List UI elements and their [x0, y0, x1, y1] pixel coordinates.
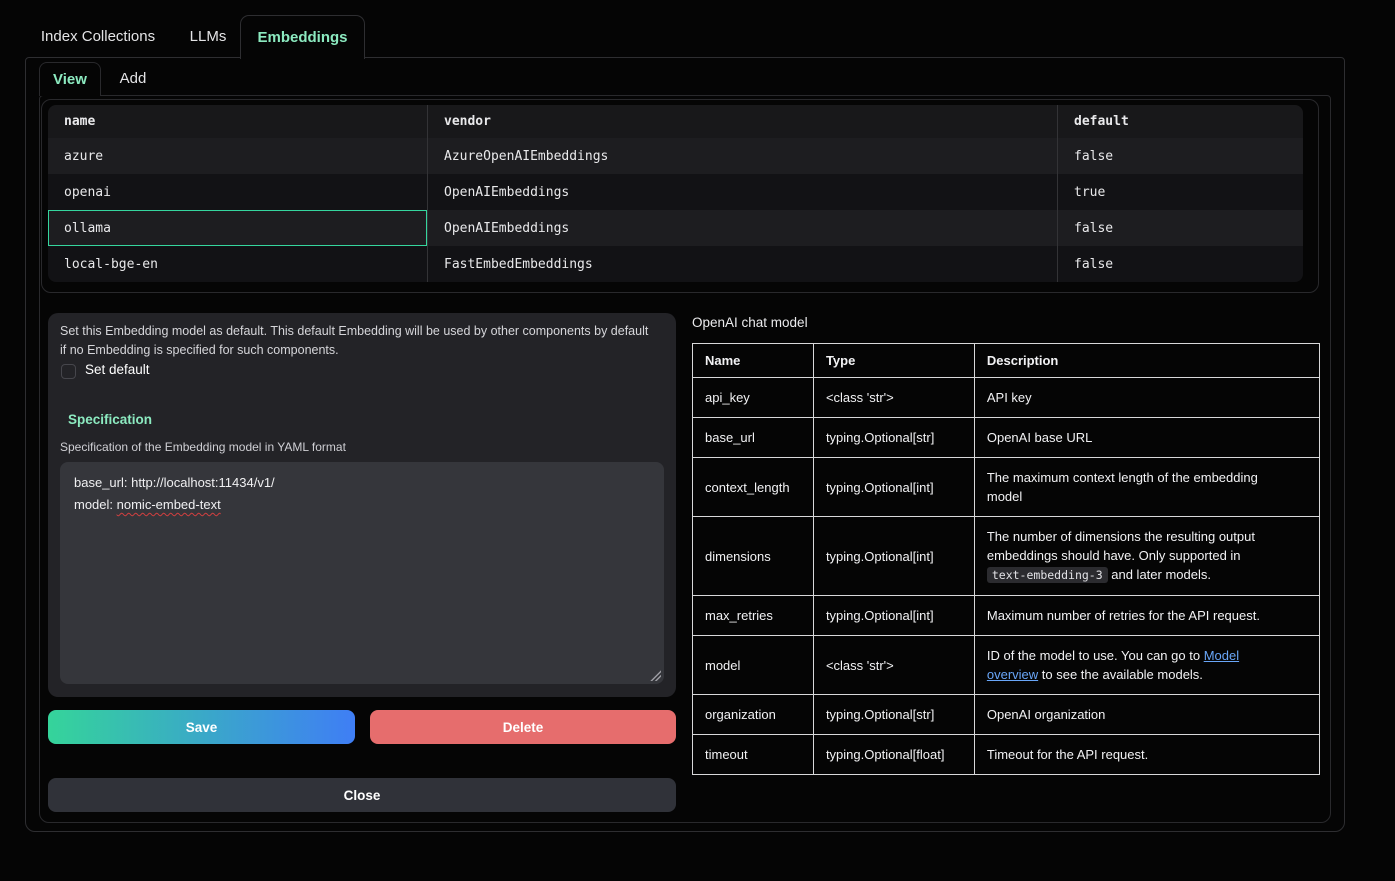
doc-table-header: NameTypeDescription	[693, 344, 1320, 378]
doc-row-max_retries: max_retriestyping.Optional[int] Maximum n…	[693, 596, 1320, 636]
doc-row-dimensions: dimensionstyping.Optional[int] The number…	[693, 517, 1320, 596]
doc-cell-description: The number of dimensions the resulting o…	[974, 517, 1319, 596]
subtab-add[interactable]: Add	[103, 62, 163, 95]
doc-column-header-description: Description	[974, 344, 1319, 378]
doc-row-model: model<class 'str'>ID of the model to use…	[693, 636, 1320, 695]
config-card: Set this Embedding model as default. Thi…	[48, 313, 676, 697]
doc-row-organization: organizationtyping.Optional[str] OpenAI o…	[693, 695, 1320, 735]
cell-default[interactable]: false	[1058, 246, 1303, 282]
default-help-text: Set this Embedding model as default. Thi…	[60, 322, 656, 360]
tab-embeddings[interactable]: Embeddings	[240, 15, 365, 59]
description-text: ID of the model to use. You can go to	[987, 648, 1204, 663]
tab-index-collections[interactable]: Index Collections	[38, 15, 158, 57]
doc-cell-type: <class 'str'>	[813, 636, 974, 695]
doc-cell-description: OpenAI base URL	[974, 418, 1319, 458]
description-text: Maximum number of retries for the API re…	[987, 608, 1260, 623]
code-chip: text-embedding-3	[987, 567, 1108, 583]
doc-cell-type: typing.Optional[int]	[813, 458, 974, 517]
description-text: The maximum context length of the embedd…	[987, 470, 1258, 504]
doc-cell-name: context_length	[693, 458, 814, 517]
cell-default[interactable]: true	[1058, 174, 1303, 210]
yaml-line-1: base_url: http://localhost:11434/v1/	[74, 472, 650, 494]
specification-heading: Specification	[68, 412, 152, 427]
subtab-view[interactable]: View	[39, 62, 101, 96]
doc-cell-name: dimensions	[693, 517, 814, 596]
misspelled-word: nomic-embed-text	[117, 497, 221, 512]
spec-help-text: Specification of the Embedding model in …	[60, 440, 346, 454]
doc-column-header-name: Name	[693, 344, 814, 378]
doc-cell-type: typing.Optional[str]	[813, 418, 974, 458]
cell-name[interactable]: local-bge-en	[48, 246, 428, 282]
description-text: and later models.	[1108, 567, 1211, 582]
cell-name[interactable]: openai	[48, 174, 428, 210]
close-button[interactable]: Close	[48, 778, 676, 812]
doc-cell-name: base_url	[693, 418, 814, 458]
cell-name[interactable]: ollama	[48, 210, 428, 246]
doc-panel-title: OpenAI chat model	[692, 315, 808, 330]
doc-cell-description: ID of the model to use. You can go to Mo…	[974, 636, 1319, 695]
app-window: Index Collections LLMs Embeddings View A…	[0, 0, 1395, 881]
cell-vendor[interactable]: FastEmbedEmbeddings	[428, 246, 1058, 282]
description-text: Timeout for the API request.	[987, 747, 1148, 762]
column-header-default: default	[1058, 105, 1303, 138]
description-text: to see the available models.	[1038, 667, 1203, 682]
doc-cell-description: API key	[974, 378, 1319, 418]
doc-row-api_key: api_key<class 'str'> API key	[693, 378, 1320, 418]
doc-cell-name: api_key	[693, 378, 814, 418]
embedding-row-openai[interactable]: openaiOpenAIEmbeddingstrue	[48, 174, 1303, 210]
doc-column-header-type: Type	[813, 344, 974, 378]
tab-llms[interactable]: LLMs	[188, 15, 228, 57]
embedding-row-ollama[interactable]: ollamaOpenAIEmbeddingsfalse	[48, 210, 1303, 246]
doc-row-context_length: context_lengthtyping.Optional[int] The ma…	[693, 458, 1320, 517]
delete-button[interactable]: Delete	[370, 710, 676, 744]
cell-default[interactable]: false	[1058, 210, 1303, 246]
doc-table-body: api_key<class 'str'>API keybase_urltypin…	[693, 378, 1320, 775]
cell-default[interactable]: false	[1058, 138, 1303, 174]
set-default-label: Set default	[85, 362, 150, 377]
description-text: API key	[987, 390, 1032, 405]
doc-cell-description: Timeout for the API request.	[974, 735, 1319, 775]
embeddings-table: namevendordefault azureAzureOpenAIEmbedd…	[48, 105, 1303, 282]
doc-cell-name: timeout	[693, 735, 814, 775]
doc-cell-type: typing.Optional[int]	[813, 596, 974, 636]
cell-vendor[interactable]: AzureOpenAIEmbeddings	[428, 138, 1058, 174]
save-button[interactable]: Save	[48, 710, 355, 744]
description-text: OpenAI organization	[987, 707, 1106, 722]
yaml-spec-editor[interactable]: base_url: http://localhost:11434/v1/ mod…	[60, 462, 664, 684]
doc-row-base_url: base_urltyping.Optional[str] OpenAI base …	[693, 418, 1320, 458]
column-header-vendor: vendor	[428, 105, 1058, 138]
doc-cell-name: max_retries	[693, 596, 814, 636]
doc-cell-type: typing.Optional[str]	[813, 695, 974, 735]
doc-cell-description: The maximum context length of the embedd…	[974, 458, 1319, 517]
description-text: OpenAI base URL	[987, 430, 1093, 445]
doc-cell-type: typing.Optional[float]	[813, 735, 974, 775]
embeddings-table-header: namevendordefault	[48, 105, 1303, 138]
doc-cell-name: organization	[693, 695, 814, 735]
yaml-line-2: model: nomic-embed-text	[74, 494, 650, 516]
doc-cell-type: typing.Optional[int]	[813, 517, 974, 596]
doc-cell-name: model	[693, 636, 814, 695]
description-text: The number of dimensions the resulting o…	[987, 529, 1255, 563]
set-default-checkbox[interactable]	[61, 364, 76, 379]
cell-vendor[interactable]: OpenAIEmbeddings	[428, 210, 1058, 246]
embeddings-table-body: azureAzureOpenAIEmbeddingsfalseopenaiOpe…	[48, 138, 1303, 282]
embedding-row-azure[interactable]: azureAzureOpenAIEmbeddingsfalse	[48, 138, 1303, 174]
resize-handle-icon[interactable]	[650, 670, 661, 681]
doc-table: NameTypeDescription api_key<class 'str'>…	[692, 343, 1320, 775]
doc-cell-description: OpenAI organization	[974, 695, 1319, 735]
column-header-name: name	[48, 105, 428, 138]
cell-vendor[interactable]: OpenAIEmbeddings	[428, 174, 1058, 210]
doc-row-timeout: timeouttyping.Optional[float] Timeout for…	[693, 735, 1320, 775]
doc-cell-description: Maximum number of retries for the API re…	[974, 596, 1319, 636]
doc-cell-type: <class 'str'>	[813, 378, 974, 418]
cell-name[interactable]: azure	[48, 138, 428, 174]
embedding-row-local-bge-en[interactable]: local-bge-enFastEmbedEmbeddingsfalse	[48, 246, 1303, 282]
